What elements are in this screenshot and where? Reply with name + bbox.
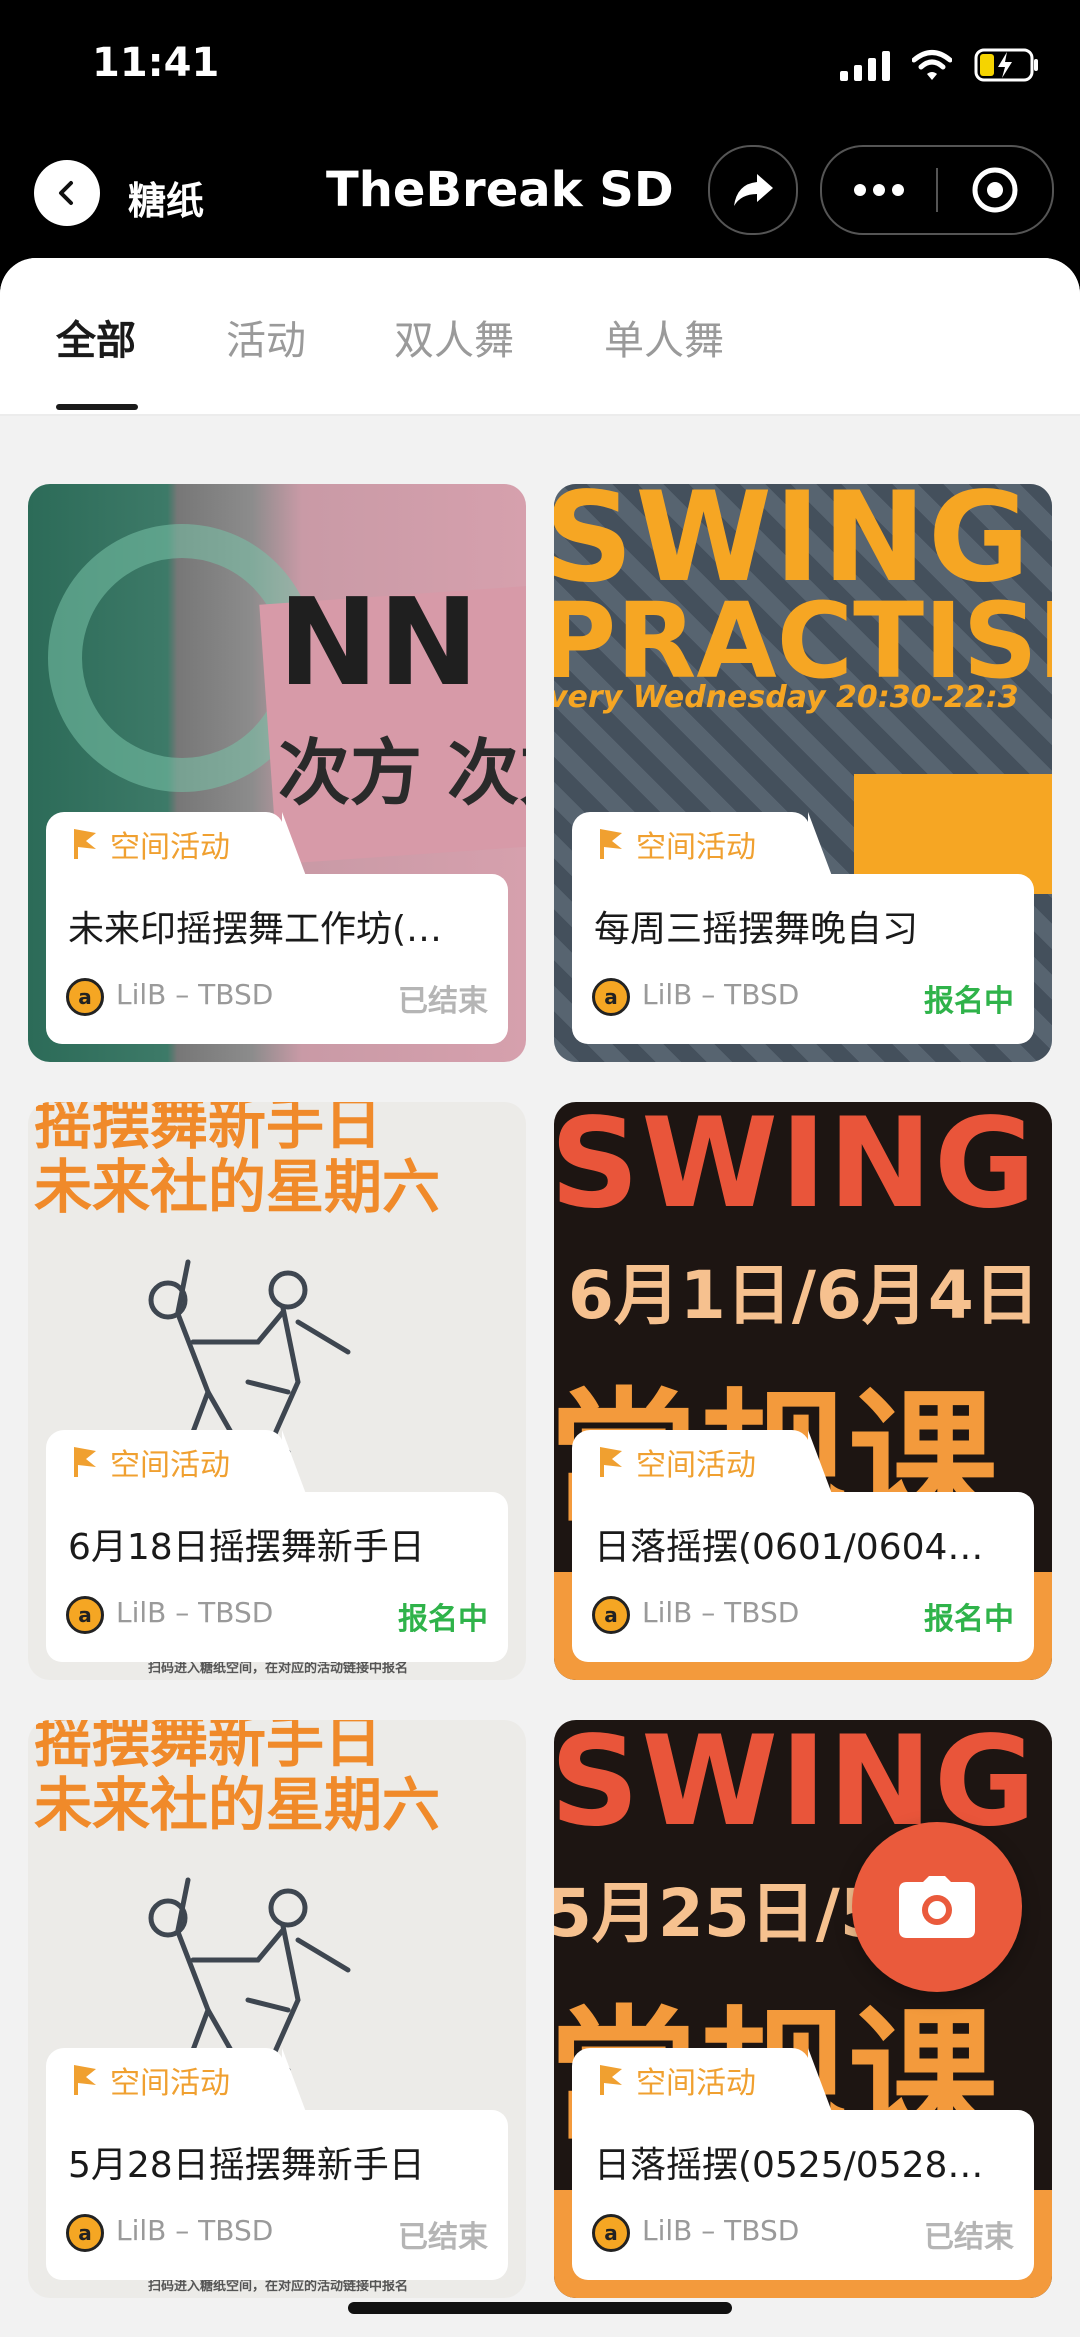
organizer-name: LilB – TBSD [642, 1596, 800, 1629]
camera-button[interactable] [852, 1822, 1022, 1992]
more-dot-icon [873, 184, 885, 196]
more-dot-icon [854, 184, 866, 196]
event-tag-label: 空间活动 [110, 1448, 230, 1483]
poster-text: 次方 次方 [278, 731, 526, 815]
organizer-name: LilB – TBSD [116, 1596, 274, 1629]
event-title: 日落摇摆(0525/0528… [594, 2145, 984, 2186]
organizer-avatar: a [592, 978, 630, 1016]
event-card[interactable]: SWING 6月1日/6月4日 常规课 空间活动 日落摇摆(0601/0604…… [554, 1102, 1052, 1680]
event-status-badge: 已结束 [398, 2220, 488, 2255]
event-status-badge: 已结束 [398, 984, 488, 1019]
event-tag-label: 空间活动 [110, 2066, 230, 2101]
flag-icon [600, 829, 622, 859]
organizer-name: LilB – TBSD [642, 978, 800, 1011]
event-title: 5月28日摇摆舞新手日 [68, 2145, 425, 2186]
target-icon [972, 167, 1018, 213]
share-icon [734, 174, 773, 206]
back-button[interactable] [34, 160, 100, 226]
event-info: 5月28日摇摆舞新手日 a LilB – TBSD 已结束 [46, 2110, 508, 2280]
back-label[interactable]: 糖纸 [128, 170, 204, 225]
event-info: 6月18日摇摆舞新手日 a LilB – TBSD 报名中 [46, 1492, 508, 1662]
status-bar: 11:41 [0, 0, 1080, 140]
flag-icon [74, 2065, 96, 2095]
organizer-avatar: a [66, 2214, 104, 2252]
event-tag: 空间活动 [46, 2048, 306, 2112]
flag-icon [74, 1447, 96, 1477]
flag-icon [600, 2065, 622, 2095]
flag-icon [74, 829, 96, 859]
tab-all[interactable]: 全部 [56, 308, 136, 366]
poster-text: 未来社的星期六 [34, 1153, 441, 1221]
more-button[interactable] [822, 184, 936, 196]
event-info: 日落摇摆(0601/0604… a LilB – TBSD 报名中 [572, 1492, 1034, 1662]
event-status-badge: 已结束 [924, 2220, 1014, 2255]
mini-program-capsule [820, 145, 1054, 235]
event-tag-label: 空间活动 [636, 1448, 756, 1483]
organizer-name: LilB – TBSD [116, 2214, 274, 2247]
event-status-badge: 报名中 [924, 984, 1014, 1019]
flag-icon [600, 1447, 622, 1477]
content-sheet: 全部 活动 双人舞 单人舞 NN 次方 次方 空间活动 未来印摇摆舞工作坊(… … [0, 258, 1080, 2337]
event-info: 日落摇摆(0525/0528… a LilB – TBSD 已结束 [572, 2110, 1034, 2280]
event-card[interactable]: 摇摆舞新手日 未来社的星期六 扫码进入糖纸空间，在对应的活动链接中报名 空间活动… [28, 1102, 526, 1680]
close-button[interactable] [938, 166, 1052, 214]
organizer-name: LilB – TBSD [116, 978, 274, 1011]
organizer-avatar: a [592, 1596, 630, 1634]
signal-icon [840, 49, 890, 81]
event-title: 6月18日摇摆舞新手日 [68, 1527, 425, 1568]
event-card[interactable]: SWING PRACTISE very Wednesday 20:30-22:3… [554, 484, 1052, 1062]
event-tag: 空间活动 [46, 1430, 306, 1494]
event-info: 每周三摇摆舞晚自习 a LilB – TBSD 报名中 [572, 874, 1034, 1044]
event-card[interactable]: NN 次方 次方 空间活动 未来印摇摆舞工作坊(… a LilB – TBSD … [28, 484, 526, 1062]
camera-icon [899, 1876, 975, 1938]
event-tag-label: 空间活动 [636, 830, 756, 865]
poster-text: 5月25日/5 [554, 1875, 886, 1952]
home-indicator[interactable] [348, 2302, 732, 2314]
event-info: 未来印摇摆舞工作坊(… a LilB – TBSD 已结束 [46, 874, 508, 1044]
organizer-name: LilB – TBSD [642, 2214, 800, 2247]
tab-solo-dance[interactable]: 单人舞 [604, 308, 724, 366]
share-button[interactable] [708, 145, 798, 235]
event-title: 未来印摇摆舞工作坊(… [68, 909, 443, 950]
event-title: 每周三摇摆舞晚自习 [594, 909, 919, 950]
event-tag-label: 空间活动 [636, 2066, 756, 2101]
event-tag: 空间活动 [46, 812, 306, 876]
organizer-avatar: a [592, 2214, 630, 2252]
poster-text: SWING [554, 1102, 1038, 1236]
event-status-badge: 报名中 [924, 1602, 1014, 1637]
nav-bar: 糖纸 TheBreak SD [0, 140, 1080, 260]
event-card[interactable]: 摇摆舞新手日 未来社的星期六 扫码进入糖纸空间，在对应的活动链接中报名 空间活动… [28, 1720, 526, 2298]
event-card[interactable]: SWING 5月25日/5 常规课 空间活动 日落摇摆(0525/0528… a… [554, 1720, 1052, 2298]
tab-active-indicator [56, 404, 138, 410]
wifi-icon [912, 50, 952, 80]
event-tag: 空间活动 [572, 2048, 832, 2112]
tab-activities[interactable]: 活动 [226, 308, 306, 366]
event-tag: 空间活动 [572, 812, 832, 876]
poster-text: 未来社的星期六 [34, 1771, 441, 1839]
tab-partner-dance[interactable]: 双人舞 [394, 308, 514, 366]
poster-text: 6月1日/6月4日 [568, 1257, 1040, 1334]
battery-charging-icon [974, 48, 1038, 82]
event-title: 日落摇摆(0601/0604… [594, 1527, 984, 1568]
organizer-avatar: a [66, 1596, 104, 1634]
status-icons [840, 48, 1040, 82]
event-tag: 空间活动 [572, 1430, 832, 1494]
organizer-avatar: a [66, 978, 104, 1016]
chevron-left-icon [59, 181, 73, 205]
more-dot-icon [892, 184, 904, 196]
tab-bar: 全部 活动 双人舞 单人舞 [0, 258, 1080, 416]
status-time: 11:41 [92, 40, 220, 86]
page-title: TheBreak SD [326, 162, 674, 218]
poster-text: very Wednesday 20:30-22:3 [554, 680, 1019, 715]
event-tag-label: 空间活动 [110, 830, 230, 865]
event-status-badge: 报名中 [398, 1602, 488, 1637]
